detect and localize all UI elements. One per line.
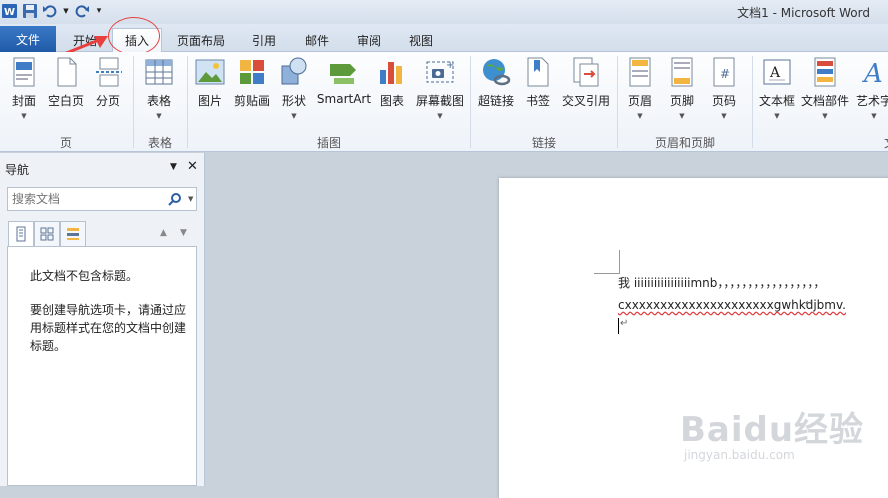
page-number-button[interactable]: # 页码 ▼: [708, 56, 740, 122]
shapes-button[interactable]: 形状 ▼: [278, 56, 310, 122]
text-box-button[interactable]: A 文本框 ▼: [758, 56, 796, 122]
search-options-dropdown-icon[interactable]: ▼: [188, 195, 193, 203]
margin-corner-mark: [594, 250, 620, 274]
nav-message-no-headings: 此文档不包含标题。: [30, 269, 139, 283]
cross-reference-icon: [573, 57, 599, 87]
watermark-logo: Baidu经验 jingyan.baidu.com: [680, 410, 865, 462]
footer-icon: [671, 57, 693, 87]
hyperlink-button[interactable]: 超链接: [476, 56, 516, 122]
next-result-icon[interactable]: ▼: [180, 228, 187, 238]
search-icon[interactable]: [168, 192, 182, 206]
group-label-illustrations: 插图: [316, 136, 341, 150]
hyperlink-icon: [483, 59, 511, 86]
quick-access-toolbar: W ▼ ▾: [2, 3, 104, 19]
cross-reference-button[interactable]: 交叉引用: [560, 56, 612, 122]
chevron-down-icon: ▼: [437, 112, 443, 120]
blank-page-icon: [57, 57, 77, 87]
tab-page-layout[interactable]: 页面布局: [168, 28, 234, 52]
group-divider: [470, 56, 471, 148]
nav-results-panel: 此文档不包含标题。 要创建导航选项卡，请通过应用标题样式在您的文档中创建标题。: [7, 246, 197, 486]
tab-references[interactable]: 引用: [240, 28, 288, 52]
footer-button[interactable]: 页脚 ▼: [666, 56, 698, 122]
screenshot-button[interactable]: + 屏幕截图 ▼: [414, 56, 466, 122]
chevron-down-icon: ▼: [822, 112, 828, 120]
chevron-down-icon: ▼: [774, 112, 780, 120]
shapes-icon: [281, 57, 307, 85]
ribbon: 封面 ▼ 空白页 分页 页 表格 ▼ 表格 图片 剪贴画 形状 ▼ SmartA…: [0, 52, 888, 152]
svg-text:#: #: [720, 67, 730, 81]
nav-pane-title: 导航: [5, 163, 30, 177]
table-icon: [145, 59, 173, 85]
previous-result-icon[interactable]: ▲: [160, 228, 167, 238]
tab-browse-pages[interactable]: [34, 221, 60, 247]
screenshot-icon: +: [426, 60, 454, 83]
group-label-links: 链接: [531, 136, 556, 150]
tab-mailings[interactable]: 邮件: [294, 28, 340, 52]
navigation-pane: 导航 ▼ ✕ ▼ ▲ ▼ 此文档不包含标题。 要创建导航选项卡，请通过应用标题样…: [0, 153, 205, 486]
wordart-button[interactable]: A 艺术字 ▼: [854, 56, 888, 122]
blank-page-button[interactable]: 空白页: [46, 56, 86, 122]
svg-text:A: A: [769, 65, 781, 81]
chevron-down-icon: ▼: [679, 112, 685, 120]
nav-pane-menu-icon[interactable]: ▼: [170, 162, 177, 172]
smartart-button[interactable]: SmartArt: [316, 56, 372, 122]
page-number-icon: #: [713, 57, 735, 87]
bookmark-button[interactable]: 书签: [522, 56, 554, 122]
group-divider: [752, 56, 753, 148]
clip-art-button[interactable]: 剪贴画: [232, 56, 272, 122]
nav-message-instructions: 要创建导航选项卡，请通过应用标题样式在您的文档中创建标题。: [30, 303, 187, 353]
chevron-down-icon: ▼: [871, 112, 877, 120]
undo-icon[interactable]: [42, 3, 58, 19]
chevron-down-icon: ▼: [21, 112, 27, 120]
picture-icon: [195, 59, 225, 85]
clip-art-icon: [240, 60, 264, 84]
svg-text:W: W: [4, 7, 15, 18]
customize-qat-icon[interactable]: ▾: [94, 3, 104, 19]
cover-page-icon: [13, 57, 35, 87]
document-line-1[interactable]: 我 iiiiiiiiiiiiiiiiimnb，，，，，，，，，，，，，，，，，: [618, 274, 825, 291]
chevron-down-icon: ▼: [156, 112, 162, 120]
tab-browse-results[interactable]: [60, 221, 86, 247]
tab-browse-headings[interactable]: [8, 221, 34, 247]
quick-parts-icon: [814, 57, 836, 87]
paragraph-mark-icon: ↵: [805, 298, 814, 309]
word-app-icon[interactable]: W: [2, 3, 18, 19]
paragraph-mark-icon: ↵: [620, 318, 629, 329]
group-label-text: 文: [880, 134, 888, 151]
chart-button[interactable]: 图表: [376, 56, 408, 122]
picture-button[interactable]: 图片: [194, 56, 226, 122]
chevron-down-icon: ▼: [721, 112, 727, 120]
chart-icon: [380, 62, 402, 84]
chevron-down-icon: ▼: [291, 112, 297, 120]
wordart-icon: A: [862, 59, 883, 88]
chevron-down-icon: ▼: [637, 112, 643, 120]
undo-dropdown-icon[interactable]: ▼: [62, 3, 70, 19]
svg-text:+: +: [446, 60, 454, 71]
group-label-tables: 表格: [147, 136, 172, 150]
headings-icon: [16, 226, 26, 242]
smartart-icon: [330, 64, 356, 84]
results-icon: [67, 228, 79, 240]
group-label-header-footer: 页眉和页脚: [654, 136, 715, 150]
page-break-icon: [96, 57, 122, 87]
document-title: 文档1 - Microsoft Word: [737, 6, 870, 20]
redo-icon[interactable]: [74, 3, 90, 19]
text-cursor: [618, 318, 619, 334]
save-icon[interactable]: [22, 3, 38, 19]
quick-parts-button[interactable]: 文档部件 ▼: [800, 56, 850, 122]
pages-grid-icon: [40, 227, 54, 241]
group-label-pages: 页: [59, 136, 72, 150]
tab-view[interactable]: 视图: [398, 28, 444, 52]
page-break-button[interactable]: 分页: [92, 56, 124, 122]
bookmark-icon: [527, 57, 549, 87]
annotation-circle: [108, 17, 160, 55]
cover-page-button[interactable]: 封面 ▼: [6, 56, 42, 122]
close-icon[interactable]: ✕: [187, 159, 198, 174]
header-button[interactable]: 页眉 ▼: [624, 56, 656, 122]
table-button[interactable]: 表格 ▼: [142, 56, 176, 122]
text-box-icon: A: [763, 59, 791, 85]
svg-text:A: A: [862, 59, 883, 88]
tab-review[interactable]: 审阅: [346, 28, 392, 52]
header-icon: [629, 57, 651, 87]
